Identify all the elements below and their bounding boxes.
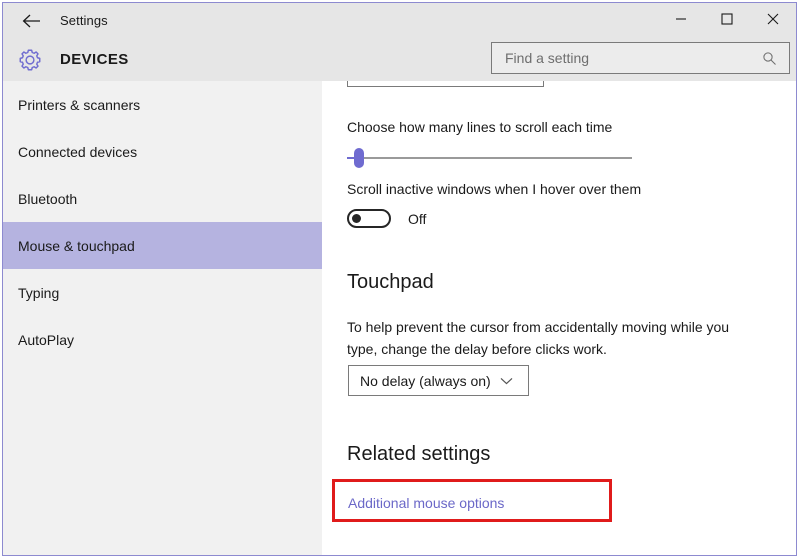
header-band: DEVICES Find a setting	[3, 39, 796, 81]
sidebar-item-bluetooth[interactable]: Bluetooth	[3, 175, 322, 222]
slider-track	[357, 157, 632, 159]
search-input[interactable]: Find a setting	[491, 42, 790, 74]
scroll-lines-slider[interactable]	[347, 147, 632, 169]
scroll-inactive-toggle[interactable]	[347, 209, 391, 228]
maximize-button[interactable]	[704, 3, 750, 35]
sidebar-item-connected-devices[interactable]: Connected devices	[3, 128, 322, 175]
sidebar-item-label: Bluetooth	[18, 191, 77, 207]
sidebar-nav: Printers & scanners Connected devices Bl…	[3, 81, 322, 555]
window-title: Settings	[60, 13, 108, 28]
sidebar-item-label: Connected devices	[18, 144, 137, 160]
search-icon[interactable]	[762, 51, 777, 66]
touchpad-delay-dropdown[interactable]: No delay (always on)	[348, 365, 529, 396]
settings-content: Choose how many lines to scroll each tim…	[322, 81, 796, 555]
toggle-state-label: Off	[408, 211, 426, 227]
sidebar-item-label: Typing	[18, 285, 59, 301]
touchpad-description-line2: type, change the delay before clicks wor…	[347, 341, 607, 357]
gear-icon	[15, 45, 45, 75]
sidebar-item-label: Mouse & touchpad	[18, 238, 135, 254]
slider-thumb[interactable]	[354, 148, 364, 168]
sidebar-item-typing[interactable]: Typing	[3, 269, 322, 316]
touchpad-delay-value: No delay (always on)	[360, 373, 491, 389]
settings-window: Settings DEVICES Find a setting	[2, 2, 797, 556]
related-settings-heading: Related settings	[347, 443, 490, 466]
additional-mouse-options-link[interactable]: Additional mouse options	[348, 495, 504, 511]
page-title: DEVICES	[60, 51, 129, 68]
chevron-down-icon	[500, 377, 513, 385]
sidebar-item-printers-scanners[interactable]: Printers & scanners	[3, 81, 322, 128]
sidebar-item-label: AutoPlay	[18, 332, 74, 348]
title-bar: Settings	[3, 3, 796, 39]
scroll-inactive-label: Scroll inactive windows when I hover ove…	[347, 181, 641, 197]
toggle-knob	[352, 214, 361, 223]
sidebar-item-autoplay[interactable]: AutoPlay	[3, 316, 322, 363]
sidebar-item-mouse-touchpad[interactable]: Mouse & touchpad	[3, 222, 322, 269]
close-button[interactable]	[750, 3, 796, 35]
touchpad-heading: Touchpad	[347, 271, 434, 294]
back-arrow-icon[interactable]	[15, 9, 47, 33]
scroll-inactive-toggle-row: Off	[347, 209, 426, 228]
search-placeholder: Find a setting	[505, 50, 762, 66]
touchpad-description-line1: To help prevent the cursor from accident…	[347, 319, 729, 335]
scroll-lines-label: Choose how many lines to scroll each tim…	[347, 119, 612, 135]
minimize-button[interactable]	[658, 3, 704, 35]
scroll-behavior-dropdown[interactable]	[347, 81, 544, 87]
sidebar-item-label: Printers & scanners	[18, 97, 140, 113]
